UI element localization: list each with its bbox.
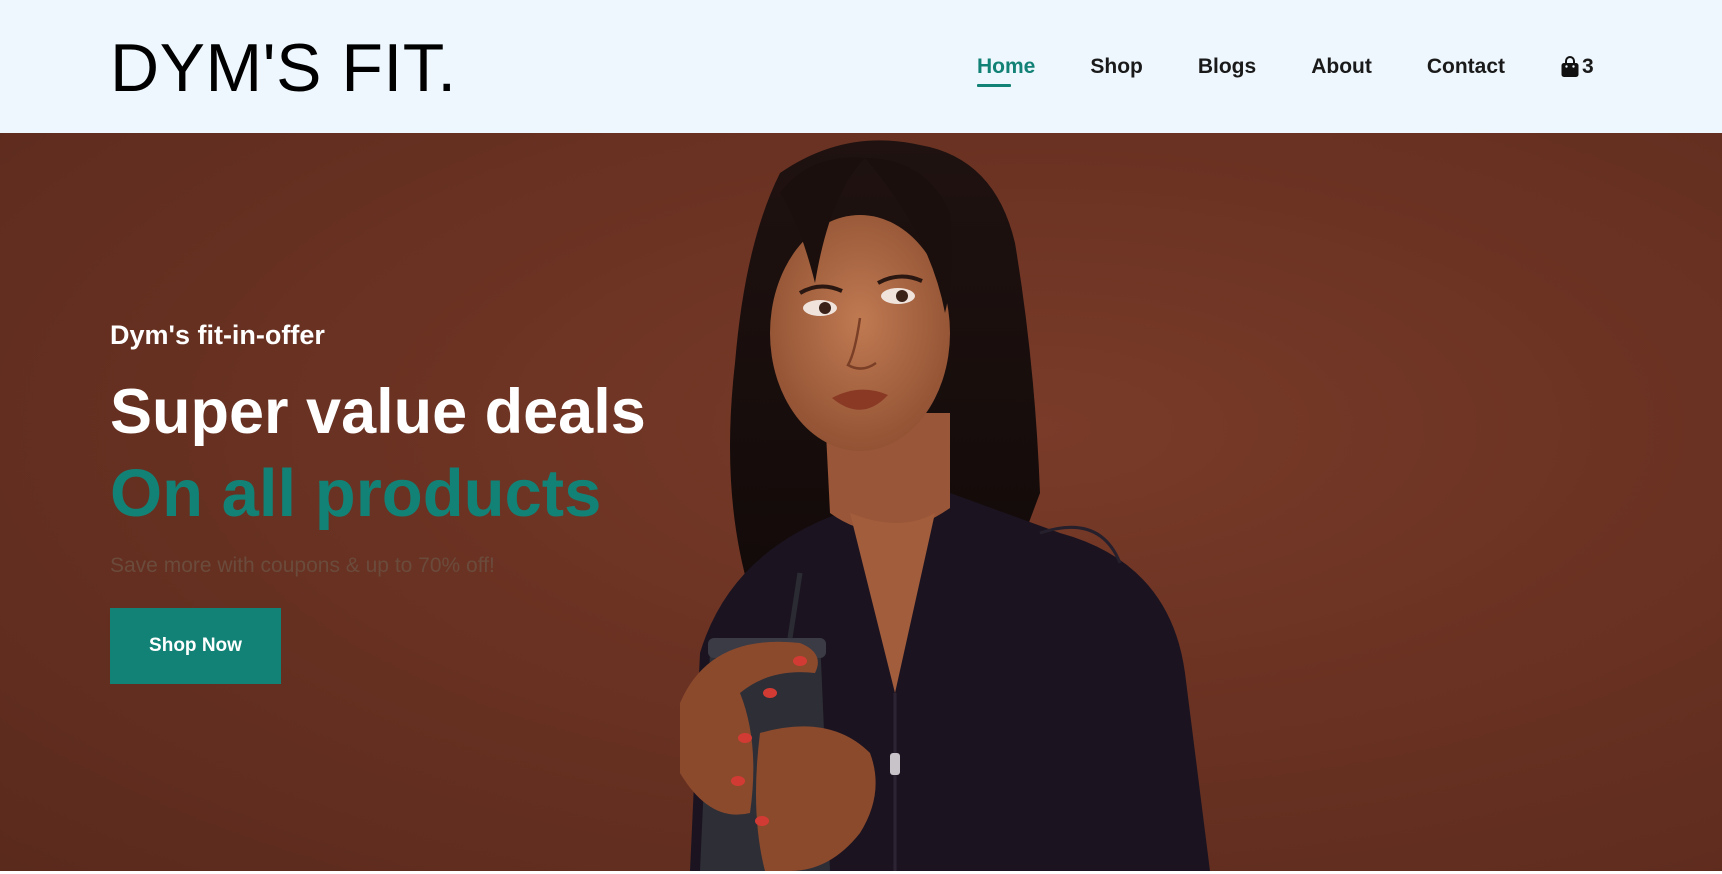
nav-shop-label: Shop bbox=[1090, 55, 1143, 78]
hero-tagline: Save more with coupons & up to 70% off! bbox=[110, 554, 495, 577]
nav-contact-label: Contact bbox=[1426, 55, 1506, 78]
site-header: DYM'S FIT. Home Shop Blogs About Contact… bbox=[0, 0, 1722, 133]
hero-banner: Dym's fit-in-offer Super value deals On … bbox=[0, 133, 1722, 871]
main-nav: Home Shop Blogs About Contact 3 bbox=[977, 52, 1594, 87]
nav-blogs-label: Blogs bbox=[1197, 55, 1257, 78]
nav-contact[interactable]: Contact bbox=[1427, 53, 1505, 81]
offer-label: Dym's fit-in-offer bbox=[110, 320, 325, 350]
nav-shop[interactable]: Shop bbox=[1090, 53, 1143, 81]
hero-model-image bbox=[680, 140, 1210, 871]
headline-primary: Super value deals bbox=[110, 377, 646, 447]
headline-accent: On all products bbox=[110, 456, 602, 531]
active-underline bbox=[977, 84, 1011, 87]
nav-about[interactable]: About bbox=[1311, 53, 1372, 81]
shop-now-button[interactable]: Shop Now bbox=[110, 608, 281, 684]
brand-logo[interactable]: DYM'S FIT. bbox=[110, 28, 457, 108]
nav-about-label: About bbox=[1311, 55, 1372, 78]
shopping-bag-icon bbox=[1561, 56, 1579, 77]
nav-home-label: Home bbox=[977, 55, 1036, 78]
cart-button[interactable]: 3 bbox=[1560, 53, 1594, 81]
cart-count: 3 bbox=[1582, 55, 1594, 78]
nav-home[interactable]: Home bbox=[977, 53, 1036, 87]
nav-blogs[interactable]: Blogs bbox=[1198, 53, 1256, 81]
